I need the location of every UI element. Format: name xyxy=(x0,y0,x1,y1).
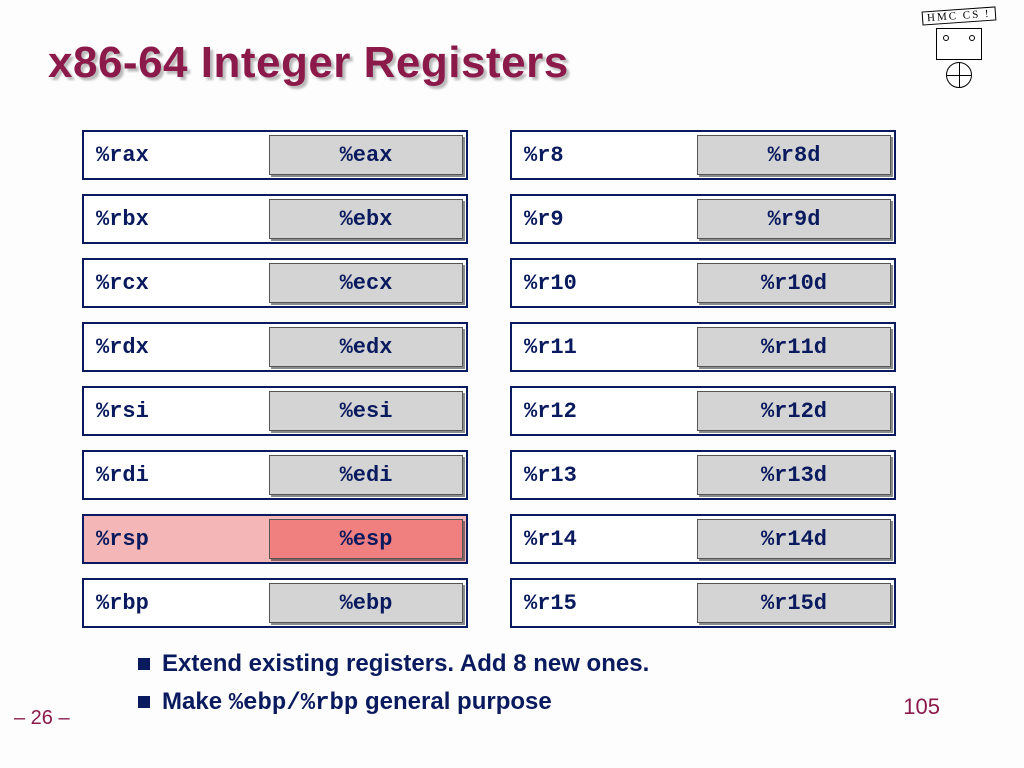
page-number-left: – 26 – xyxy=(14,707,70,730)
register-box: %r14%r14d xyxy=(510,514,896,564)
register-32bit: %ecx xyxy=(269,263,463,303)
register-32bit: %r13d xyxy=(697,455,891,495)
bullet-item: Make %ebp/%rbp general purpose xyxy=(138,688,649,717)
logo: HMC CS ! xyxy=(914,6,1004,88)
register-32bit: %r9d xyxy=(697,199,891,239)
bullet-text: general purpose xyxy=(358,688,551,715)
bullet-list: Extend existing registers. Add 8 new one… xyxy=(138,650,649,727)
register-32bit: %r8d xyxy=(697,135,891,175)
register-box: %r11%r11d xyxy=(510,322,896,372)
page-number-right: 105 xyxy=(903,694,940,720)
register-box: %rsi%esi xyxy=(82,386,468,436)
code-text: / xyxy=(286,690,300,717)
register-box: %rax%eax xyxy=(82,130,468,180)
register-32bit: %r12d xyxy=(697,391,891,431)
register-32bit: %eax xyxy=(269,135,463,175)
register-box: %rdi%edi xyxy=(82,450,468,500)
code-text: %rbp xyxy=(301,690,359,717)
register-columns: %rax%eax %rbx%ebx %rcx%ecx %rdx%edx %rsi%esi… xyxy=(82,130,896,628)
register-box: %r13%r13d xyxy=(510,450,896,500)
register-32bit: %esp xyxy=(269,519,463,559)
code-text: %ebp xyxy=(229,690,287,717)
register-column-right: %r8%r8d %r9%r9d %r10%r10d %r11%r11d %r12%r12… xyxy=(510,130,896,628)
logo-wheel-icon xyxy=(946,62,972,88)
register-box: %rcx%ecx xyxy=(82,258,468,308)
register-32bit: %r10d xyxy=(697,263,891,303)
register-box: %r12%r12d xyxy=(510,386,896,436)
register-box: %rbp%ebp xyxy=(82,578,468,628)
register-box: %rbx%ebx xyxy=(82,194,468,244)
bullet-text: Make xyxy=(162,688,229,715)
register-32bit: %r11d xyxy=(697,327,891,367)
register-32bit: %ebp xyxy=(269,583,463,623)
register-32bit: %esi xyxy=(269,391,463,431)
register-box: %r10%r10d xyxy=(510,258,896,308)
logo-robot-icon xyxy=(936,28,982,60)
register-32bit: %edx xyxy=(269,327,463,367)
bullet-item: Extend existing registers. Add 8 new one… xyxy=(138,650,649,678)
register-box: %r9%r9d xyxy=(510,194,896,244)
logo-text: HMC CS ! xyxy=(922,6,996,25)
register-32bit: %ebx xyxy=(269,199,463,239)
register-32bit: %r14d xyxy=(697,519,891,559)
register-box: %r15%r15d xyxy=(510,578,896,628)
register-32bit: %r15d xyxy=(697,583,891,623)
register-box: %r8%r8d xyxy=(510,130,896,180)
register-32bit: %edi xyxy=(269,455,463,495)
register-column-left: %rax%eax %rbx%ebx %rcx%ecx %rdx%edx %rsi%esi… xyxy=(82,130,468,628)
slide-title: x86-64 Integer Registers xyxy=(48,38,569,88)
register-box: %rdx%edx xyxy=(82,322,468,372)
register-box: %rsp%esp xyxy=(82,514,468,564)
